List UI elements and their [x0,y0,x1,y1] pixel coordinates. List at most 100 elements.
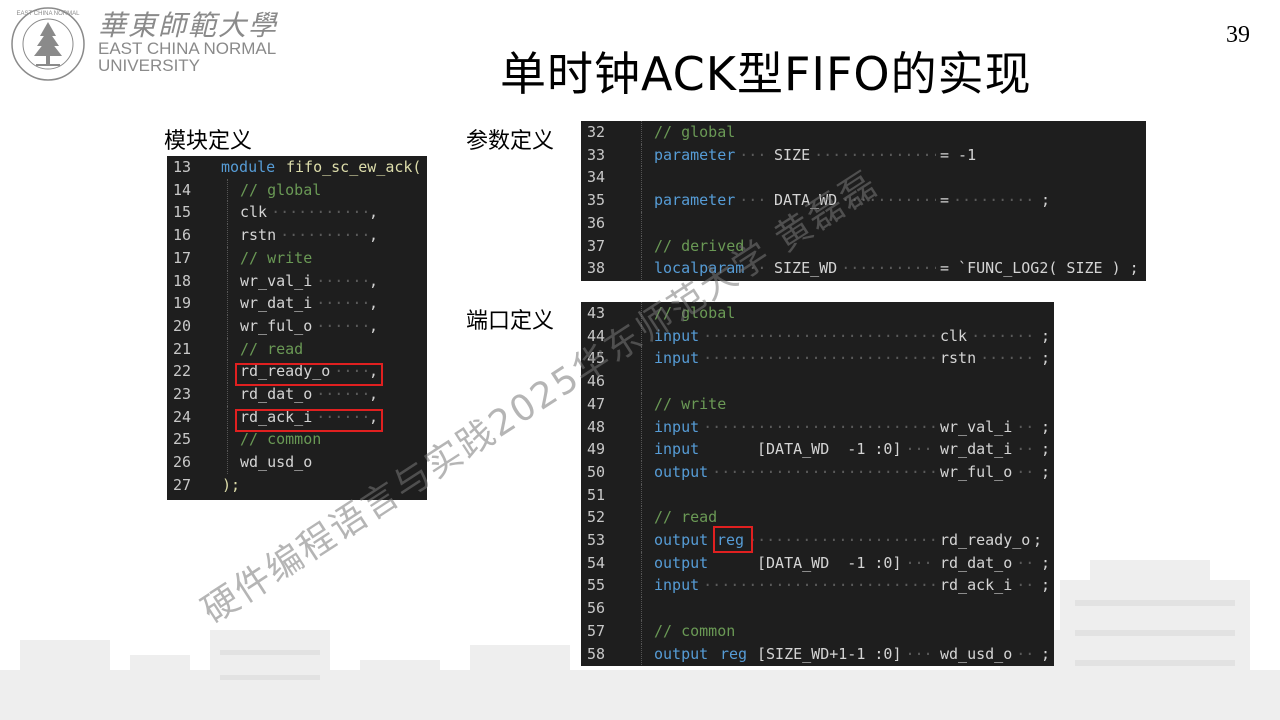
line-number: 14 [173,180,192,199]
whitespace-dots: ········································… [971,326,1037,345]
code-token: ; [1041,440,1051,459]
code-token: , [369,271,379,290]
indent-guide [641,574,642,598]
indent-guide [641,392,642,416]
code-token: ; [1033,531,1043,549]
indent-guide [227,178,228,202]
indent-guide [641,143,642,167]
line-number: 38 [587,259,606,278]
line-number: 24 [173,407,192,426]
code-token: rd_ack_i [940,576,1013,595]
code-line: 36 [581,211,1146,235]
whitespace-dots: ········································… [316,294,367,313]
code-token: wr_ful_o [940,462,1013,481]
line-number: 47 [587,394,606,413]
line-number: 19 [173,294,192,313]
code-token: = [940,191,950,210]
line-number: 33 [587,145,606,164]
code-token: = -1 [940,145,977,164]
whitespace-dots: ········································… [280,226,367,245]
port-code-panel: 43// global 44 input clk; ··················… [581,302,1054,666]
whitespace-dots: ········································… [316,316,367,335]
code-token: rd_ready_o [940,531,1031,549]
line-number: 20 [173,316,192,335]
line-number: 23 [173,385,192,403]
line-number: 22 [173,362,192,381]
code-keyword: input [654,349,700,368]
code-token: wr_ful_o [240,316,313,335]
indent-guide [227,337,228,361]
slide-title: 单时钟ACK型FIFO的实现 [500,47,1032,101]
indent-guide [641,166,642,190]
code-token: rstn [940,349,977,368]
code-keyword: output [654,644,709,663]
code-line: 37// derived [581,234,1146,258]
whitespace-dots: ········································… [739,145,770,164]
whitespace-dots: ········································… [905,440,936,459]
indent-guide [641,551,642,575]
line-number: 27 [173,475,192,494]
code-line: 46 [581,370,1054,393]
code-line: 52 // read [581,506,1054,529]
indent-guide [227,383,228,406]
code-token: rd_dat_o [940,553,1013,572]
whitespace-dots: ········································… [316,385,367,403]
code-token: rstn [240,226,277,245]
code-token: fifo_sc_ew_ack( [286,158,422,176]
code-line: 13 module fifo_sc_ew_ack( [167,156,427,179]
code-token: [SIZE_WD+1-1 :0] [757,644,902,663]
highlight-box [713,526,753,553]
indent-guide [641,234,642,258]
page-number: 39 [1226,22,1250,48]
code-token: wr_val_i [940,417,1013,436]
indent-guide [227,201,228,225]
indent-guide [227,360,228,383]
module-definition-label: 模块定义 [164,129,253,154]
line-number: 21 [173,339,192,358]
code-token: ; [1041,191,1051,210]
indent-guide [641,483,642,507]
code-line: 19 wr_dat_i,·····························… [167,292,427,315]
code-line: 53 output reg rd_ready_o; ··················… [581,529,1054,552]
code-token: ; [1041,349,1051,368]
line-number: 32 [587,123,606,141]
code-line: 56 [581,597,1054,620]
whitespace-dots: ········································… [905,553,936,572]
code-comment: // read [654,508,718,527]
code-keyword: output [654,462,709,481]
code-comment: // write [654,394,727,413]
indent-guide [641,460,642,484]
code-keyword: parameter [654,145,736,164]
code-comment: // global [240,180,322,199]
line-number: 50 [587,462,606,481]
whitespace-dots: ········································… [841,259,936,278]
code-comment: // global [654,123,736,141]
indent-guide [641,189,642,212]
line-number: 56 [587,599,606,618]
code-token: ; [1041,417,1051,436]
line-number: 18 [173,271,192,290]
code-line: 58 output reg [SIZE_WD+1-1 :0] wd_usd_o; ··· ·… [581,642,1054,666]
code-line: 14 // global [167,178,427,202]
indent-guide [641,642,642,666]
whitespace-dots: ········································… [316,271,367,290]
code-line: 20 wr_ful_o,·····························… [167,314,427,338]
code-token: wr_dat_i [240,294,313,313]
code-comment: // common [654,621,736,640]
code-keyword: input [654,417,700,436]
code-keyword: reg [720,644,748,663]
code-line: 38 localparam SIZE_WD = `FUNC_LOG2( SIZE ) … [581,257,1146,280]
line-number: 57 [587,621,606,640]
indent-guide [227,292,228,315]
university-name-cn: 華東師範大學 [98,9,279,42]
line-number: 58 [587,644,606,663]
code-line: 47 // write [581,392,1054,416]
university-name-en-line1: EAST CHINA NORMAL [98,39,277,58]
line-number: 49 [587,440,606,459]
module-code-panel: 13 module fifo_sc_ew_ack(14 // global 15 clk,… [167,156,427,500]
code-line: 17 // write [167,246,427,270]
code-token: ; [1041,326,1051,345]
code-line: 51 [581,483,1054,507]
line-number: 16 [173,226,192,245]
whitespace-dots: ········································… [712,462,936,481]
